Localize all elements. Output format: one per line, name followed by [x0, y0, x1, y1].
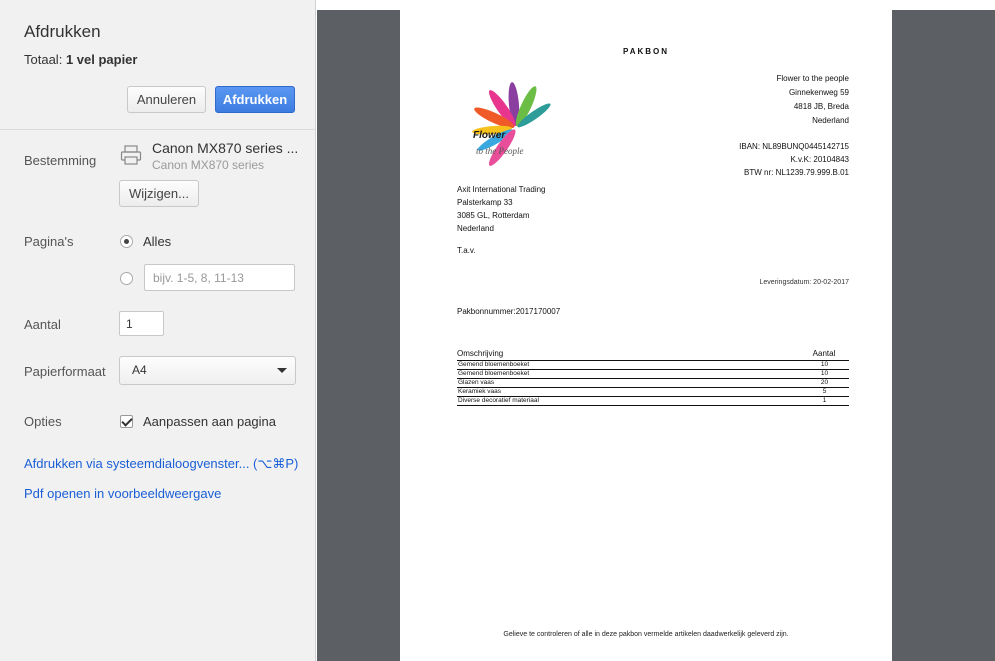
open-pdf-link[interactable]: Pdf openen in voorbeeldweergave: [24, 486, 221, 501]
preview-page: PAKBON Flower to the People Flower to th…: [400, 10, 892, 661]
item-quantity: 10: [799, 369, 849, 379]
bank-line: K.v.K: 20104843: [790, 155, 849, 164]
sheet-total: Totaal: 1 vel papier: [24, 52, 137, 67]
item-quantity: 10: [799, 360, 849, 370]
column-header-quantity: Aantal: [799, 349, 849, 361]
chevron-down-icon: [277, 368, 287, 373]
copies-label: Aantal: [24, 317, 61, 332]
item-quantity: 1: [799, 396, 849, 406]
pages-all-label: Alles: [143, 234, 172, 249]
paper-size-select[interactable]: A4: [119, 356, 296, 385]
item-description: Glazen vaas: [457, 378, 799, 388]
item-description: Gemend bloemenboeket: [457, 369, 799, 379]
company-address: Flower to the people Ginnekenweg 59 4818…: [777, 72, 850, 128]
pages-all-radio[interactable]: [120, 235, 133, 248]
document-footer: Gelieve te controleren of alle in deze p…: [503, 631, 789, 638]
total-value: 1 vel papier: [65, 52, 138, 67]
dialog-title: Afdrukken: [24, 22, 101, 41]
column-header-description: Omschrijving: [457, 349, 799, 361]
table-row: Keramiek vaas 5: [457, 387, 849, 397]
customer-address: Axit International Trading Palsterkamp 3…: [457, 183, 546, 235]
options-label: Opties: [24, 414, 62, 429]
attention-line: T.a.v.: [457, 246, 476, 255]
item-description: Keramiek vaas: [457, 387, 799, 397]
address-line: Nederland: [457, 224, 494, 233]
printer-name: Canon MX870 series ...: [152, 140, 299, 156]
paper-size-label: Papierformaat: [24, 364, 106, 379]
document-title: PAKBON: [622, 47, 670, 56]
total-label: Totaal:: [24, 52, 63, 67]
panel-header: Afdrukken Totaal: 1 vel papier Annuleren…: [0, 0, 316, 130]
address-line: Flower to the people: [776, 74, 850, 83]
printer-subtitle: Canon MX870 series: [152, 158, 265, 172]
system-dialog-link[interactable]: Afdrukken via systeemdialoogvenster... (…: [24, 456, 298, 472]
address-line: Nederland: [812, 116, 849, 125]
item-description: Gemend bloemenboeket: [457, 360, 799, 370]
address-line: 3085 GL, Rotterdam: [457, 211, 530, 220]
packing-slip-number: Pakbonnummer:2017170007: [457, 307, 561, 316]
table-row: Diverse decoratief materiaal 1: [457, 396, 849, 406]
logo-text-people: to the People: [476, 146, 524, 156]
table-row: Glazen vaas 20: [457, 378, 849, 388]
paper-size-value: A4: [132, 363, 147, 377]
cancel-button[interactable]: Annuleren: [127, 86, 206, 113]
fit-to-page-checkbox[interactable]: [120, 415, 133, 428]
fit-to-page-label: Aanpassen aan pagina: [143, 414, 277, 429]
item-quantity: 5: [799, 387, 849, 397]
address-line: Ginnekenweg 59: [788, 88, 849, 97]
item-quantity: 20: [799, 378, 849, 388]
table-row: Gemend bloemenboeket 10: [457, 369, 849, 379]
print-button[interactable]: Afdrukken: [215, 86, 295, 113]
address-line: Palsterkamp 33: [457, 198, 513, 207]
bank-line: BTW nr: NL1239.79.999.B.01: [744, 168, 849, 177]
company-bank-details: IBAN: NL89BUNQ0445142715 K.v.K: 20104843…: [739, 140, 849, 179]
logo-text-flower: Flower: [473, 130, 506, 141]
pages-range-radio[interactable]: [120, 272, 133, 285]
change-destination-button[interactable]: Wijzigen...: [119, 180, 199, 207]
table-row: Gemend bloemenboeket 10: [457, 360, 849, 370]
printer-icon: [120, 145, 142, 165]
address-line: Axit International Trading: [457, 185, 546, 194]
copies-input[interactable]: [119, 311, 164, 336]
bank-line: IBAN: NL89BUNQ0445142715: [739, 142, 849, 151]
delivery-date: Leveringsdatum: 20-02-2017: [759, 279, 849, 286]
items-table: Omschrijving Aantal Gemend bloemenboeket…: [457, 349, 849, 406]
destination-label: Bestemming: [24, 153, 97, 168]
address-line: 4818 JB, Breda: [793, 102, 849, 111]
print-settings-panel: Afdrukken Totaal: 1 vel papier Annuleren…: [0, 0, 316, 661]
pages-label: Pagina's: [24, 234, 74, 249]
pages-range-input[interactable]: [144, 264, 295, 291]
item-description: Diverse decoratief materiaal: [457, 396, 799, 406]
